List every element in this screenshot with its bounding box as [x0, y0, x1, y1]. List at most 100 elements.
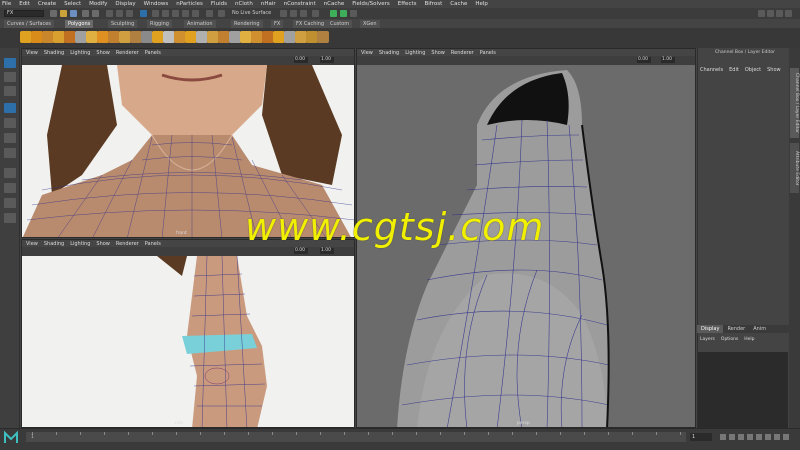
menu-lighting[interactable]: Lighting: [70, 50, 90, 56]
current-frame-field[interactable]: 1: [690, 433, 712, 441]
exposure-field[interactable]: 0.00: [637, 57, 651, 63]
modeling-toolkit-icon[interactable]: [330, 10, 337, 17]
shelf-tab-polygons[interactable]: Polygons: [65, 20, 94, 28]
snap-view-plane-icon[interactable]: [182, 10, 189, 17]
open-scene-icon[interactable]: [60, 10, 67, 17]
shelf-tab-rigging[interactable]: Rigging: [147, 20, 172, 28]
snap-grid-icon[interactable]: [152, 10, 159, 17]
menu-view[interactable]: View: [26, 241, 38, 247]
shelf-tab-animation[interactable]: Animation: [184, 20, 216, 28]
menu-display[interactable]: Display: [115, 1, 135, 7]
menu-layers[interactable]: Layers: [700, 337, 715, 342]
menu-lighting[interactable]: Lighting: [405, 50, 425, 56]
ipr-render-icon[interactable]: [290, 10, 297, 17]
menu-help[interactable]: Help: [475, 1, 488, 7]
menu-lighting[interactable]: Lighting: [70, 241, 90, 247]
hypershade-icon[interactable]: [312, 10, 319, 17]
render-settings-icon[interactable]: [300, 10, 307, 17]
new-scene-icon[interactable]: [50, 10, 57, 17]
persp-graph-layout-icon[interactable]: [4, 213, 16, 223]
menu-nhair[interactable]: nHair: [261, 1, 276, 7]
menu-object[interactable]: Object: [745, 67, 761, 73]
render-icon[interactable]: [218, 10, 225, 17]
menu-panels[interactable]: Panels: [145, 241, 161, 247]
menu-modify[interactable]: Modify: [89, 1, 107, 7]
tab-display[interactable]: Display: [697, 325, 724, 333]
step-back-frame-icon[interactable]: [738, 434, 744, 440]
menu-renderer[interactable]: Renderer: [116, 241, 139, 247]
step-back-key-icon[interactable]: [729, 434, 735, 440]
menu-options[interactable]: Options: [721, 337, 738, 342]
four-view-layout-icon[interactable]: [4, 183, 16, 193]
play-forwards-icon[interactable]: [756, 434, 762, 440]
menu-panels[interactable]: Panels: [480, 50, 496, 56]
menu-bifrost[interactable]: Bifrost: [425, 1, 443, 7]
menu-file[interactable]: File: [2, 1, 11, 7]
select-tool-icon[interactable]: [4, 58, 16, 68]
rotate-tool-icon[interactable]: [4, 118, 16, 128]
last-tool-icon[interactable]: [4, 148, 16, 158]
menu-help[interactable]: Help: [744, 337, 754, 342]
single-view-layout-icon[interactable]: [4, 168, 16, 178]
menu-select[interactable]: Select: [64, 1, 81, 7]
menu-shading[interactable]: Shading: [379, 50, 399, 56]
exposure-field[interactable]: 0.00: [294, 57, 308, 63]
menu-effects[interactable]: Effects: [398, 1, 417, 7]
side-canvas[interactable]: side: [22, 255, 354, 427]
play-backwards-icon[interactable]: [747, 434, 753, 440]
menu-view[interactable]: View: [26, 50, 38, 56]
menu-show[interactable]: Show: [767, 67, 781, 73]
redo-icon[interactable]: [92, 10, 99, 17]
menu-fields-solvers[interactable]: Fields/Solvers: [352, 1, 390, 7]
menu-show[interactable]: Show: [96, 50, 110, 56]
menu-show[interactable]: Show: [96, 241, 110, 247]
menu-renderer[interactable]: Renderer: [116, 50, 139, 56]
gamma-field[interactable]: 1.00: [320, 57, 334, 63]
move-tool-icon[interactable]: [4, 103, 16, 113]
tab-anim[interactable]: Anim: [749, 325, 770, 333]
menu-ncache[interactable]: nCache: [324, 1, 345, 7]
shelf-target-weld-icon[interactable]: [317, 31, 329, 43]
shelf-tab-sculpting[interactable]: Sculpting: [108, 20, 138, 28]
select-hierarchy-icon[interactable]: [106, 10, 113, 17]
side-by-side-layout-icon[interactable]: [4, 198, 16, 208]
paint-select-tool-icon[interactable]: [4, 86, 16, 96]
menu-edit[interactable]: Edit: [729, 67, 739, 73]
menu-cache[interactable]: Cache: [450, 1, 467, 7]
shelf-tab-fx[interactable]: FX: [271, 20, 284, 28]
character-controls-icon[interactable]: [340, 10, 347, 17]
viewport-side[interactable]: View Shading Lighting Show Renderer Pane…: [21, 239, 355, 428]
select-by-type-icon[interactable]: [140, 10, 147, 17]
menu-nparticles[interactable]: nParticles: [176, 1, 203, 7]
make-live-icon[interactable]: [192, 10, 199, 17]
menu-fluids[interactable]: Fluids: [211, 1, 227, 7]
step-forward-key-icon[interactable]: [774, 434, 780, 440]
lasso-tool-icon[interactable]: [4, 72, 16, 82]
attribute-editor-toggle-icon[interactable]: [350, 10, 357, 17]
construction-history-icon[interactable]: [206, 10, 213, 17]
layer-list[interactable]: [698, 352, 788, 428]
shelf-tab-rendering[interactable]: Rendering: [231, 20, 263, 28]
select-object-icon[interactable]: [116, 10, 123, 17]
menu-set-select[interactable]: FX: [4, 10, 44, 17]
select-component-icon[interactable]: [126, 10, 133, 17]
menu-edit[interactable]: Edit: [19, 1, 30, 7]
undo-icon[interactable]: [82, 10, 89, 17]
snap-point-icon[interactable]: [172, 10, 179, 17]
tab-channel-box-layer-editor[interactable]: Channel Box / Layer Editor: [790, 68, 799, 138]
menu-shading[interactable]: Shading: [44, 241, 64, 247]
menu-view[interactable]: View: [361, 50, 373, 56]
step-forward-frame-icon[interactable]: [765, 434, 771, 440]
menu-windows[interactable]: Windows: [144, 1, 169, 7]
gamma-field[interactable]: 1.00: [661, 57, 675, 63]
menu-nconstraint[interactable]: nConstraint: [284, 1, 316, 7]
workspace-controls[interactable]: [754, 9, 794, 17]
render-frame-icon[interactable]: [280, 10, 287, 17]
tab-attribute-editor[interactable]: Attribute Editor: [790, 143, 799, 193]
menu-panels[interactable]: Panels: [145, 50, 161, 56]
shelf-tab-xgen[interactable]: XGen: [360, 20, 380, 28]
live-surface-label[interactable]: No Live Surface: [232, 10, 271, 16]
save-scene-icon[interactable]: [70, 10, 77, 17]
shelf-tab-fx-caching[interactable]: FX Caching: [293, 20, 328, 28]
menu-channels[interactable]: Channels: [700, 67, 723, 73]
